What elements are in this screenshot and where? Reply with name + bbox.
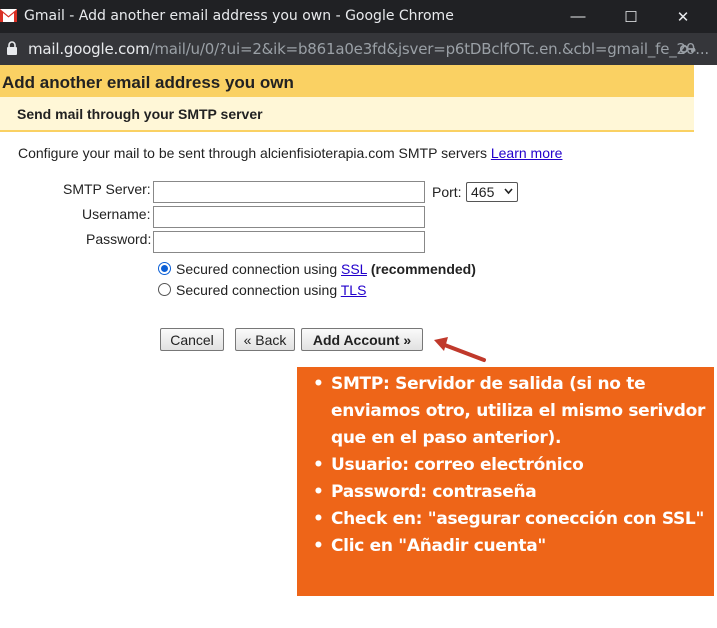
instruction-item: Usuario: correo electrónico [311,452,709,479]
smtp-server-label: SMTP Server: [63,181,151,197]
username-label: Username: [82,206,151,222]
username-input[interactable] [153,206,425,228]
tls-radio-label: Secured connection using TLS [176,282,366,298]
back-button[interactable]: « Back [235,328,295,351]
maximize-button[interactable]: ☐ [608,0,654,33]
config-description: Configure your mail to be sent through a… [18,145,562,161]
cancel-button[interactable]: Cancel [160,328,224,351]
section-header: Send mail through your SMTP server [0,97,694,132]
instruction-item: SMTP: Servidor de salida (si no te envia… [311,371,709,452]
url-text[interactable]: mail.google.com/mail/u/0/?ui=2&ik=b861a0… [28,40,709,58]
ssl-radio-label: Secured connection using SSL (recommende… [176,261,476,277]
password-label: Password: [86,231,152,247]
ssl-prefix: Secured connection using [176,261,338,277]
password-input[interactable] [153,231,425,253]
config-text: Configure your mail to be sent through a… [18,145,487,161]
tls-radio[interactable] [158,283,171,296]
ssl-link[interactable]: SSL [341,261,367,277]
smtp-server-input[interactable] [153,181,425,203]
maximize-icon: ☐ [624,8,638,26]
instruction-list: SMTP: Servidor de salida (si no te envia… [311,371,709,560]
address-bar[interactable]: mail.google.com/mail/u/0/?ui=2&ik=b861a0… [0,33,717,65]
port-value: 465 [471,184,495,200]
url-host: mail.google.com [28,40,150,58]
minimize-icon: — [570,8,586,25]
arrow-icon [434,337,486,362]
tls-link[interactable]: TLS [341,282,367,298]
close-button[interactable]: ✕ [660,0,706,33]
instruction-item: Check en: "asegurar conección con SSL" [311,506,709,533]
minimize-button[interactable]: — [555,0,601,33]
port-select[interactable]: 465 [466,182,518,202]
window-title: Gmail - Add another email address you ow… [24,8,454,24]
instruction-item: Clic en "Añadir cuenta" [311,533,709,560]
close-icon: ✕ [676,8,690,26]
lock-icon [7,41,17,55]
port-label: Port: [432,184,462,200]
section-title: Send mail through your SMTP server [17,106,263,122]
key-icon[interactable] [680,43,696,55]
chevron-down-icon [504,188,513,195]
page-title: Add another email address you own [2,73,294,92]
window-title-bar: Gmail - Add another email address you ow… [0,0,717,33]
add-account-button[interactable]: Add Account » [301,328,423,351]
gmail-icon [0,9,17,22]
learn-more-link[interactable]: Learn more [491,145,563,161]
ssl-recommended: (recommended) [370,261,476,277]
ssl-radio[interactable] [158,262,171,275]
page-header: Add another email address you own [0,65,694,97]
tls-prefix: Secured connection using [176,282,338,298]
url-path: /mail/u/0/?ui=2&ik=b861a0e3fd&jsver=p6tD… [149,40,710,58]
instruction-item: Password: contraseña [311,479,709,506]
instruction-note: SMTP: Servidor de salida (si no te envia… [297,367,714,596]
